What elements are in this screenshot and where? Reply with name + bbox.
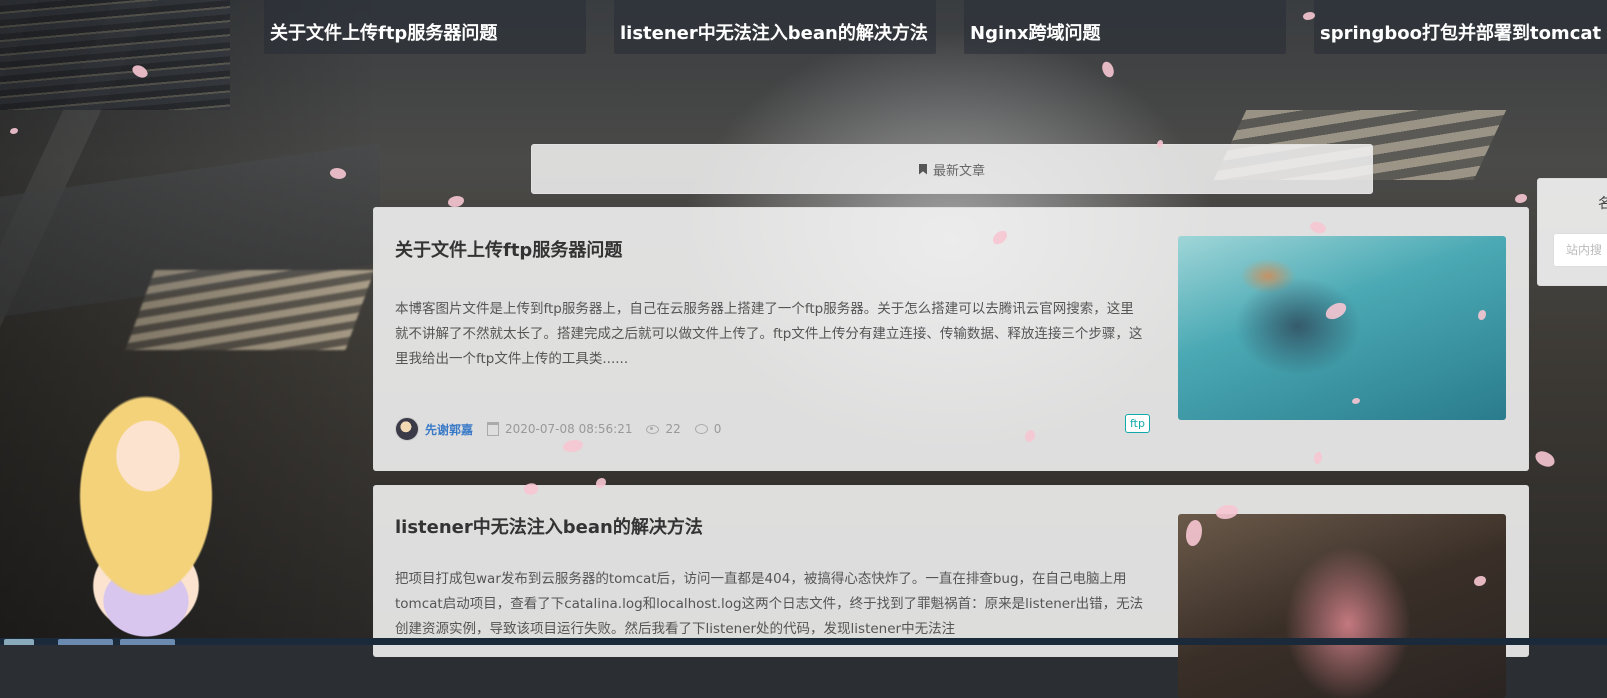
section-header: 最新文章 [531, 144, 1373, 194]
carousel-caption: listener中无法注入bean的解决方法 [620, 23, 928, 44]
article-title[interactable]: 关于文件上传ftp服务器问题 [395, 236, 622, 262]
carousel-slide[interactable]: springboo打包并部署到tomcat [1314, 0, 1607, 54]
carousel-slide[interactable]: Nginx跨域问题 [964, 0, 1286, 54]
avatar[interactable] [395, 417, 419, 441]
carousel-caption: Nginx跨域问题 [970, 23, 1101, 44]
eye-icon [646, 424, 660, 434]
view-count: 22 [665, 422, 681, 436]
article-excerpt: 本博客图片文件是上传到ftp服务器上，自己在云服务器上搭建了一个ftp服务器。关… [395, 301, 1143, 367]
carousel-caption: springboo打包并部署到tomcat [1320, 23, 1602, 44]
comment-count: 0 [713, 422, 722, 436]
taskbar-app-button[interactable] [120, 639, 175, 645]
bookmark-icon [918, 163, 927, 175]
mascot-character[interactable] [38, 386, 253, 645]
sidebar-heading: 名 [1598, 196, 1607, 212]
start-button[interactable] [4, 639, 34, 645]
tag-badge[interactable]: ftp [1125, 414, 1150, 433]
article-card: listener中无法注入bean的解决方法 把项目打成包war发布到云服务器的… [373, 485, 1529, 698]
carousel-slide[interactable]: listener中无法注入bean的解决方法 [614, 0, 936, 54]
article-title[interactable]: listener中无法注入bean的解决方法 [395, 513, 703, 539]
search-input[interactable]: 站内搜 [1553, 233, 1607, 267]
article-excerpt: 把项目打成包war发布到云服务器的tomcat后，访问一直都是404，被搞得心态… [395, 571, 1144, 637]
article-date: 2020-07-08 08:56:21 [505, 422, 633, 436]
calendar-icon [487, 422, 500, 436]
carousel-slide[interactable]: 关于文件上传ftp服务器问题 [264, 0, 586, 54]
author-name[interactable]: 先谢郭嘉 [425, 421, 473, 438]
article-meta: 先谢郭嘉 2020-07-08 08:56:21 22 0 [395, 417, 721, 441]
article-card: 关于文件上传ftp服务器问题 本博客图片文件是上传到ftp服务器上，自己在云服务… [373, 207, 1529, 471]
article-thumbnail[interactable] [1178, 236, 1506, 420]
section-title: 最新文章 [932, 163, 985, 179]
comment-icon [694, 424, 708, 434]
sidebar-search-widget: 名 站内搜 [1537, 178, 1607, 286]
carousel-caption: 关于文件上传ftp服务器问题 [270, 23, 498, 44]
article-thumbnail[interactable] [1178, 514, 1506, 698]
os-taskbar [0, 638, 1607, 645]
taskbar-app-button[interactable] [58, 639, 113, 645]
